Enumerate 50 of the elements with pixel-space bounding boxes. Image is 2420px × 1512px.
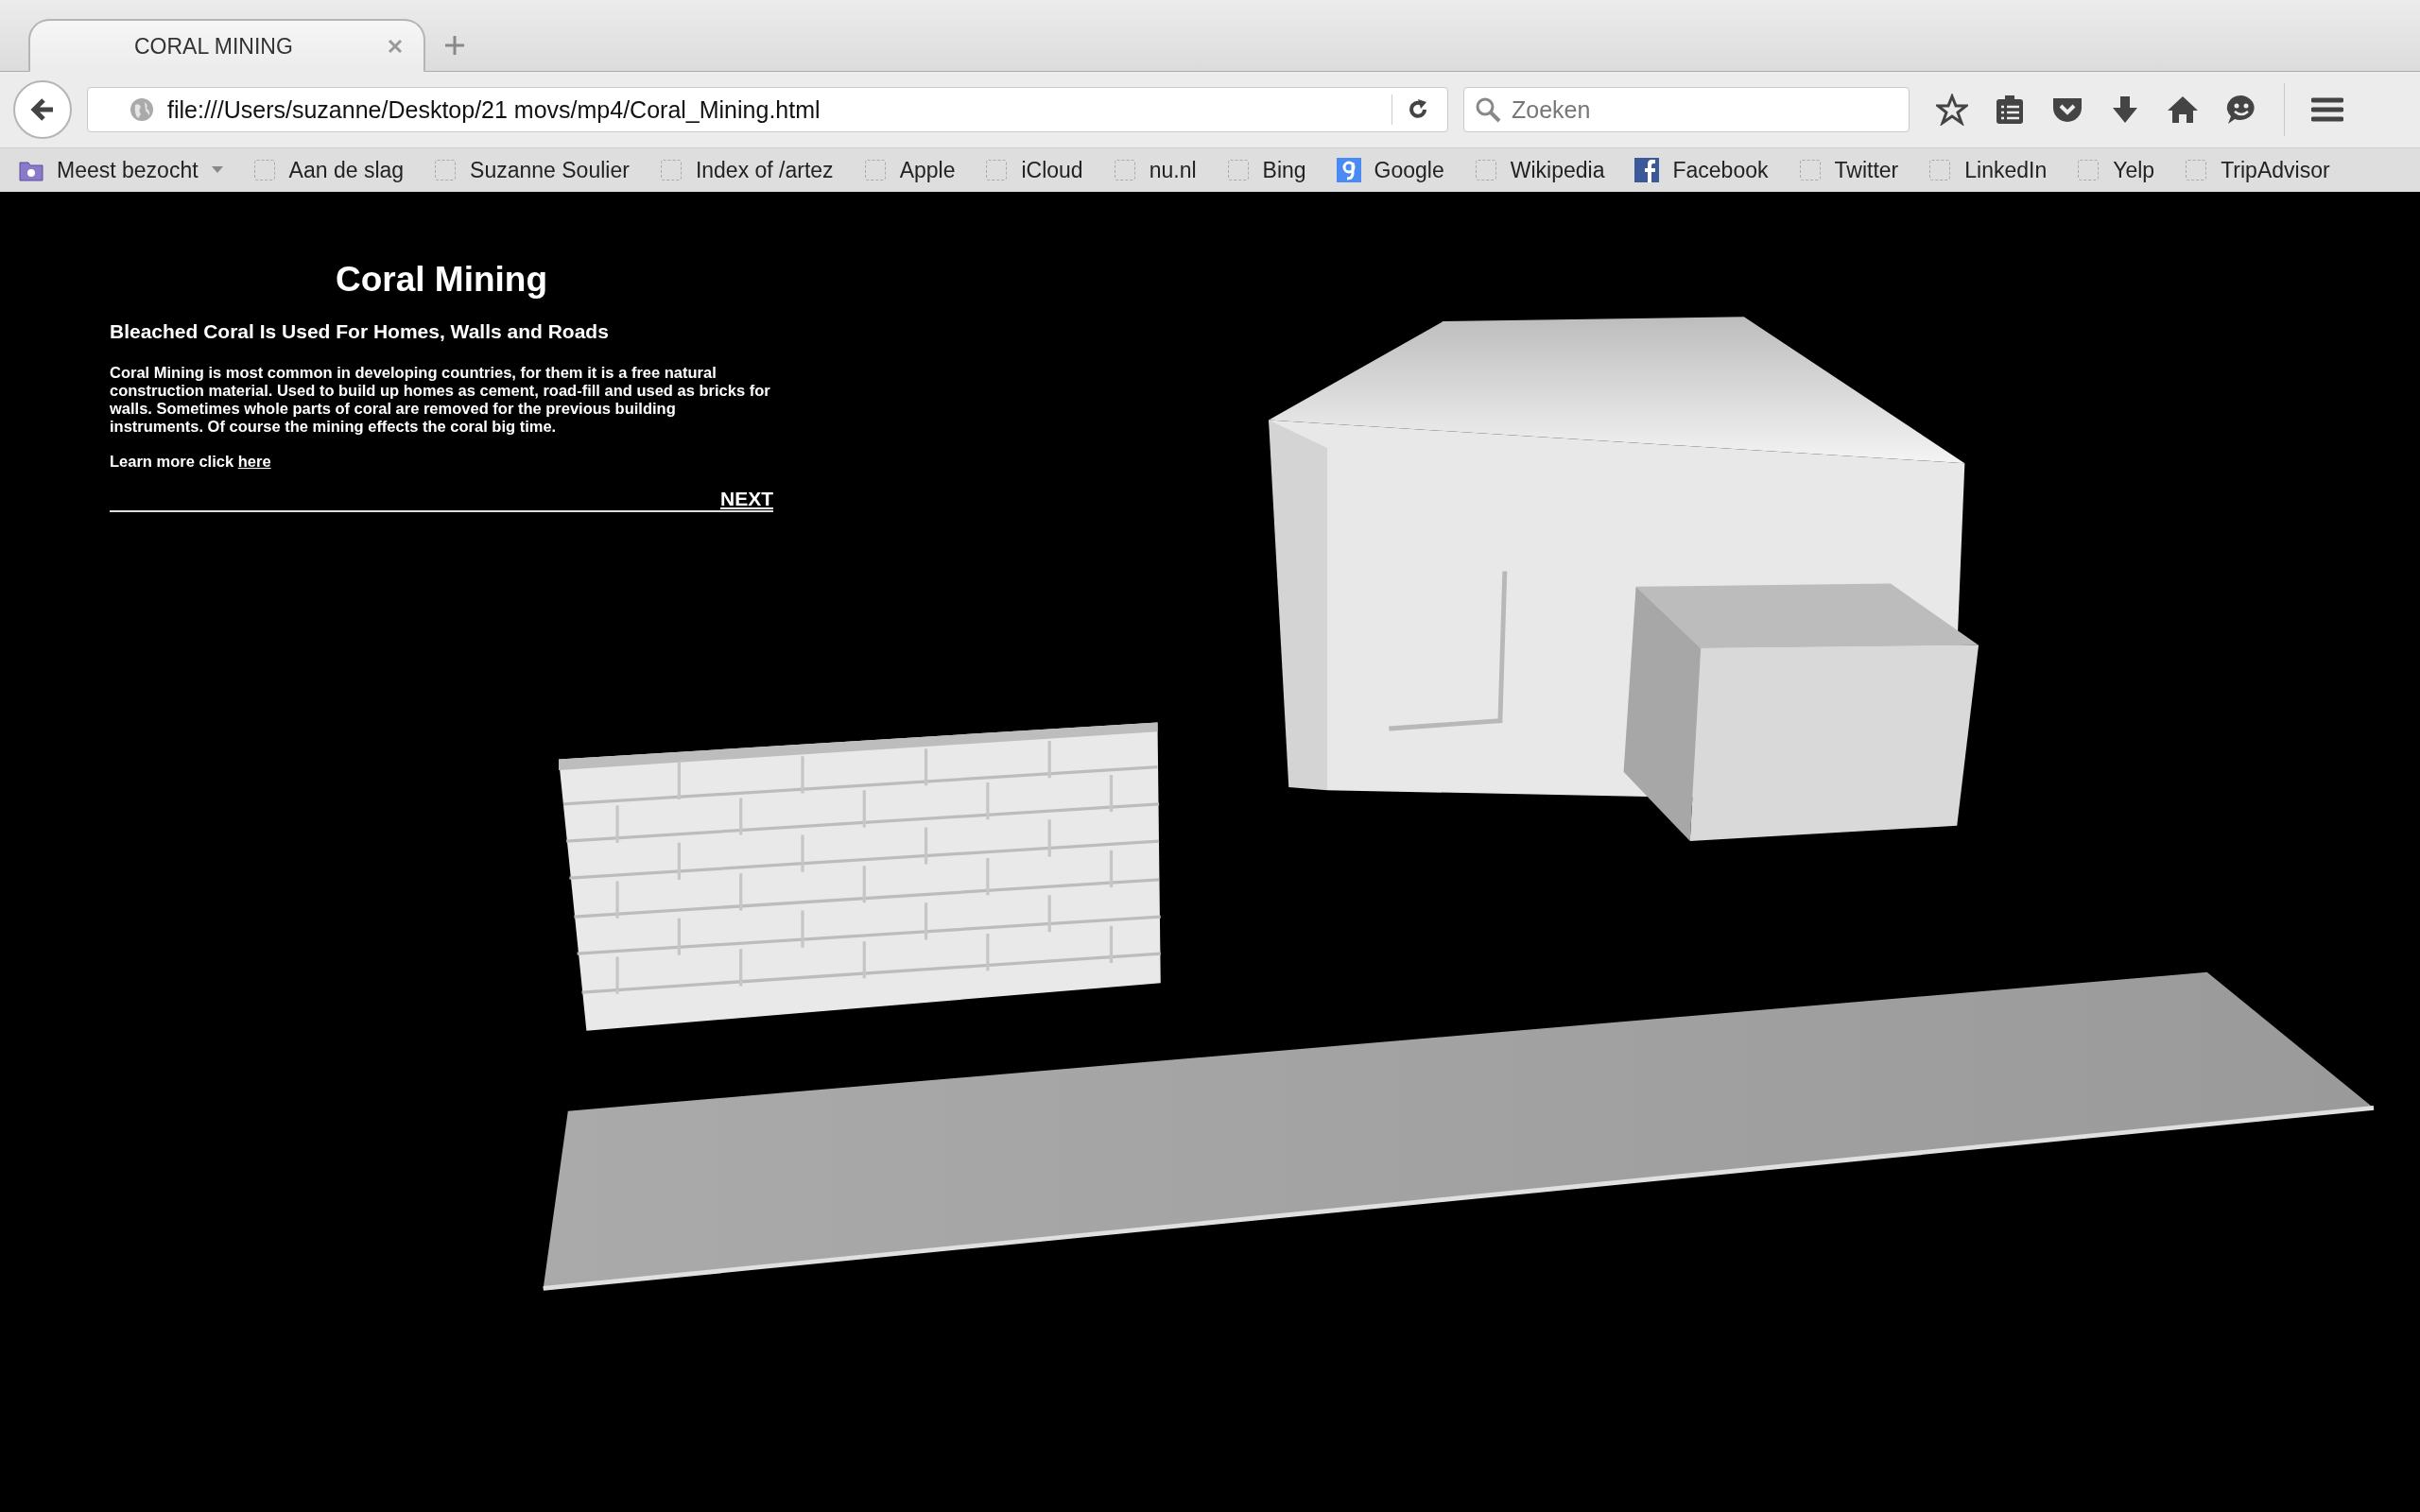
bookmark-item[interactable]: Meest bezocht — [19, 157, 223, 183]
page-icon — [985, 159, 1009, 181]
page-icon — [2077, 159, 2100, 181]
bookmark-item[interactable]: Suzanne Soulier — [434, 157, 630, 183]
new-tab-icon[interactable] — [444, 35, 465, 56]
bookmark-item[interactable]: Twitter — [1798, 157, 1899, 183]
browser-tab[interactable]: CORAL MINING — [28, 19, 425, 72]
here-link[interactable]: here — [237, 453, 271, 470]
close-icon[interactable] — [388, 39, 403, 54]
bookmark-item[interactable]: Facebook — [1634, 157, 1769, 183]
page-icon — [1226, 159, 1250, 181]
next-link[interactable]: NEXT — [720, 488, 773, 510]
page-icon — [434, 159, 458, 181]
caret-icon — [211, 166, 223, 174]
chat-icon[interactable] — [2225, 94, 2257, 126]
page-icon — [1113, 159, 1136, 181]
bookmark-item[interactable]: nu.nl — [1113, 157, 1197, 183]
home-icon[interactable] — [2167, 94, 2199, 125]
globe-icon — [130, 97, 154, 122]
google-icon — [1336, 158, 1361, 182]
bookmark-item[interactable]: Wikipedia — [1474, 157, 1605, 183]
page-icon — [863, 159, 887, 181]
bookmark-item[interactable]: Index of /artez — [659, 157, 834, 183]
bookmark-item[interactable]: Google — [1336, 157, 1444, 183]
page-icon — [659, 159, 683, 181]
bookmark-item[interactable]: Bing — [1226, 157, 1306, 183]
star-icon[interactable] — [1936, 94, 1968, 126]
page-title: Coral Mining — [334, 260, 548, 300]
page-subtitle: Bleached Coral Is Used For Homes, Walls and Roads — [110, 320, 610, 343]
page-icon — [1798, 159, 1822, 181]
bookmark-item[interactable]: Apple — [863, 157, 956, 183]
url-text: file:///Users/suzanne/Desktop/21 movs/mp4/Coral_Mining.html — [167, 95, 821, 124]
bookmark-item[interactable]: TripAdvisor — [2185, 157, 2330, 183]
download-icon[interactable] — [2110, 94, 2140, 125]
bookmark-item[interactable]: Yelp — [2077, 157, 2155, 183]
page-icon — [252, 159, 276, 181]
menu-icon[interactable] — [2311, 95, 2343, 124]
reading-list-icon[interactable] — [1995, 94, 2025, 126]
learn-more-text: Learn more click here — [110, 453, 272, 471]
page-icon — [1928, 159, 1952, 181]
folder-icon — [19, 159, 43, 181]
address-bar[interactable]: file:///Users/suzanne/Desktop/21 movs/mp4/Coral_Mining.html — [87, 87, 1448, 132]
bookmark-item[interactable]: Aan de slag — [252, 157, 405, 183]
facebook-icon — [1634, 158, 1660, 182]
bookmark-item[interactable]: LinkedIn — [1928, 157, 2048, 183]
bookmark-item[interactable]: iCloud — [985, 157, 1083, 183]
search-field[interactable]: Zoeken — [1463, 87, 1910, 132]
body-text: Coral Mining is most common in developing countries, for them it is a free natural construction material. Used to build up homes as cement, road-fill and used as bricks for walls. Sometimes whole parts of coral are removed for the previous building instruments. Of course the mining effects the coral big time. — [110, 364, 771, 436]
page-icon — [2185, 159, 2208, 181]
page-icon — [1474, 159, 1497, 181]
